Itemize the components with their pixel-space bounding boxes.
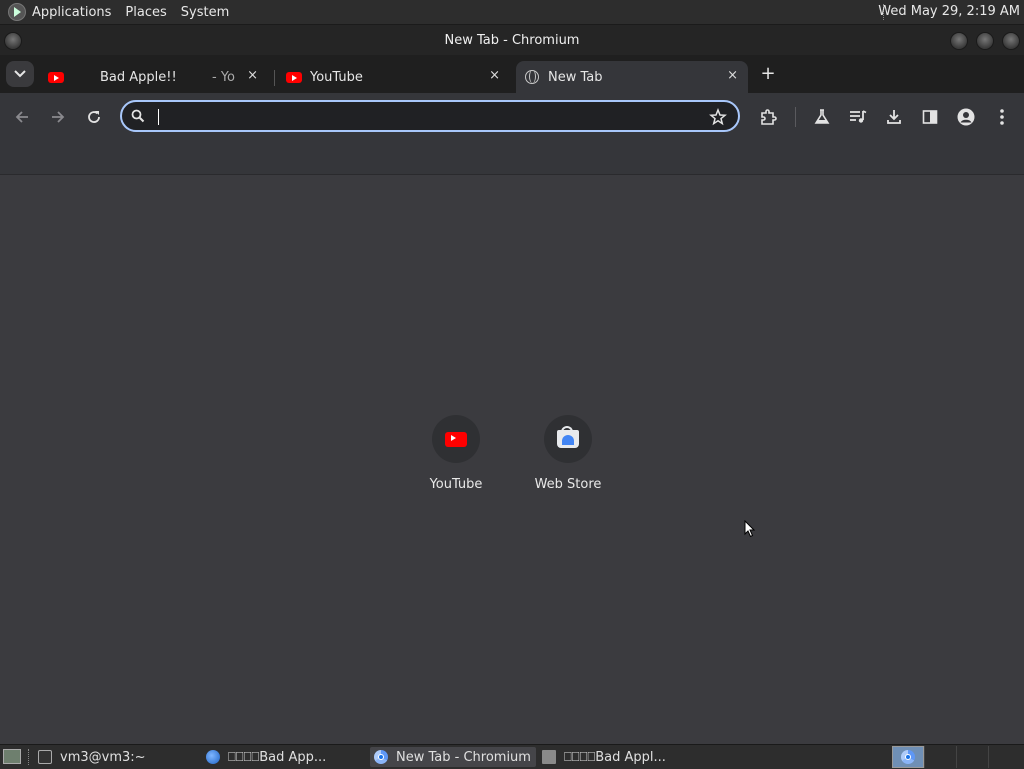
tab-strip: Bad Apple!! - Yo × YouTube × New Tab × + <box>0 55 1024 93</box>
tab-search-button[interactable] <box>6 61 34 87</box>
workspace-2[interactable] <box>924 746 956 768</box>
search-icon <box>131 109 145 123</box>
workspace-3[interactable] <box>956 746 988 768</box>
reload-icon <box>88 111 100 123</box>
terminal-icon <box>38 750 52 764</box>
tab-divider <box>274 70 275 86</box>
tab-bad-apple[interactable]: Bad Apple!! - Yo × <box>40 61 268 93</box>
shortcut-icon-circle <box>432 415 480 463</box>
close-tab-icon[interactable]: × <box>247 68 258 83</box>
task-chromium[interactable]: New Tab - Chromium <box>370 747 536 767</box>
star-icon[interactable] <box>709 108 727 126</box>
menu-icon <box>1000 109 1004 125</box>
back-button[interactable] <box>10 105 34 129</box>
tab-new-tab[interactable]: New Tab × <box>516 61 748 93</box>
browser-toolbar <box>0 93 1024 141</box>
workspace-1[interactable] <box>892 746 924 768</box>
maximize-button[interactable] <box>976 32 994 50</box>
top-panel: Applications Places System Wed May 29, 2… <box>0 0 1024 25</box>
minimize-button[interactable] <box>950 32 968 50</box>
shortcut-label: YouTube <box>429 477 483 492</box>
new-tab-button[interactable]: + <box>758 63 778 85</box>
window-titlebar[interactable]: New Tab - Chromium <box>0 25 1024 55</box>
globe-icon <box>525 70 539 84</box>
tab-title-suffix: - Yo <box>212 69 235 85</box>
workspace-4[interactable] <box>988 746 1020 768</box>
workspace-switcher[interactable] <box>892 746 1022 768</box>
omnibox[interactable] <box>120 100 740 132</box>
shortcut-label: Web Store <box>534 477 602 492</box>
downloads-button[interactable] <box>882 105 906 129</box>
applications-menu[interactable]: Applications <box>32 5 111 20</box>
taskbar-separator <box>28 749 31 765</box>
folder-icon <box>542 750 556 764</box>
task-label: ⎕⎕⎕⎕Bad Appl... <box>564 749 666 765</box>
shortcut-youtube[interactable]: YouTube <box>400 415 512 492</box>
youtube-icon <box>48 71 64 83</box>
mouse-pointer-icon <box>744 520 756 538</box>
task-label: ⎕⎕⎕⎕Bad App... <box>228 749 327 765</box>
chevron-down-icon <box>14 70 26 78</box>
clock[interactable]: Wed May 29, 2:19 AM <box>878 0 1020 24</box>
task-bad-apple-folder[interactable]: ⎕⎕⎕⎕Bad Appl... <box>542 747 708 767</box>
youtube-icon <box>286 71 302 83</box>
system-menu[interactable]: System <box>181 5 229 20</box>
labs-icon <box>814 109 830 124</box>
taskbar: vm3@vm3:~ ⎕⎕⎕⎕Bad App... New Tab - Chrom… <box>0 744 1024 769</box>
chromium-icon <box>374 750 388 764</box>
chromium-icon <box>901 750 915 764</box>
toolbar-divider <box>795 107 796 127</box>
task-label: vm3@vm3:~ <box>60 749 146 765</box>
places-menu[interactable]: Places <box>125 5 166 20</box>
extensions-button[interactable] <box>756 105 780 129</box>
tab-title: YouTube <box>310 69 363 85</box>
back-icon <box>15 111 28 123</box>
tab-title: Bad Apple!! <box>100 69 177 85</box>
forward-icon <box>52 111 65 123</box>
youtube-icon <box>445 431 467 447</box>
menu-button[interactable] <box>990 105 1014 129</box>
media-button[interactable] <box>846 105 870 129</box>
close-window-button[interactable] <box>1002 32 1020 50</box>
browser-icon <box>206 750 220 764</box>
extensions-icon <box>761 109 777 125</box>
download-icon <box>887 110 901 124</box>
labs-button[interactable] <box>810 105 834 129</box>
profile-icon <box>957 108 975 126</box>
address-input[interactable] <box>156 107 700 129</box>
bookmark-bar <box>0 141 1024 175</box>
new-tab-page: YouTube Web Store <box>0 175 1024 744</box>
web-store-icon <box>557 426 579 448</box>
reload-button[interactable] <box>82 105 106 129</box>
shortcut-web-store[interactable]: Web Store <box>512 415 624 492</box>
media-icon <box>850 110 867 123</box>
task-terminal[interactable]: vm3@vm3:~ <box>38 747 198 767</box>
forward-button[interactable] <box>46 105 70 129</box>
tab-title: New Tab <box>548 69 603 85</box>
text-caret <box>158 109 159 125</box>
window-title: New Tab - Chromium <box>444 32 580 48</box>
side-panel-button[interactable] <box>918 105 942 129</box>
profile-button[interactable] <box>954 105 978 129</box>
side-panel-icon <box>922 110 938 124</box>
tab-youtube[interactable]: YouTube × <box>278 61 510 93</box>
window-menu-button[interactable] <box>4 32 22 50</box>
shortcut-icon-circle <box>544 415 592 463</box>
close-tab-icon[interactable]: × <box>727 68 738 83</box>
close-tab-icon[interactable]: × <box>489 68 500 83</box>
show-desktop-button[interactable] <box>3 749 21 764</box>
task-bad-apple-browser[interactable]: ⎕⎕⎕⎕Bad App... <box>206 747 366 767</box>
task-label: New Tab - Chromium <box>396 749 531 765</box>
applications-logo-icon[interactable] <box>8 3 26 21</box>
